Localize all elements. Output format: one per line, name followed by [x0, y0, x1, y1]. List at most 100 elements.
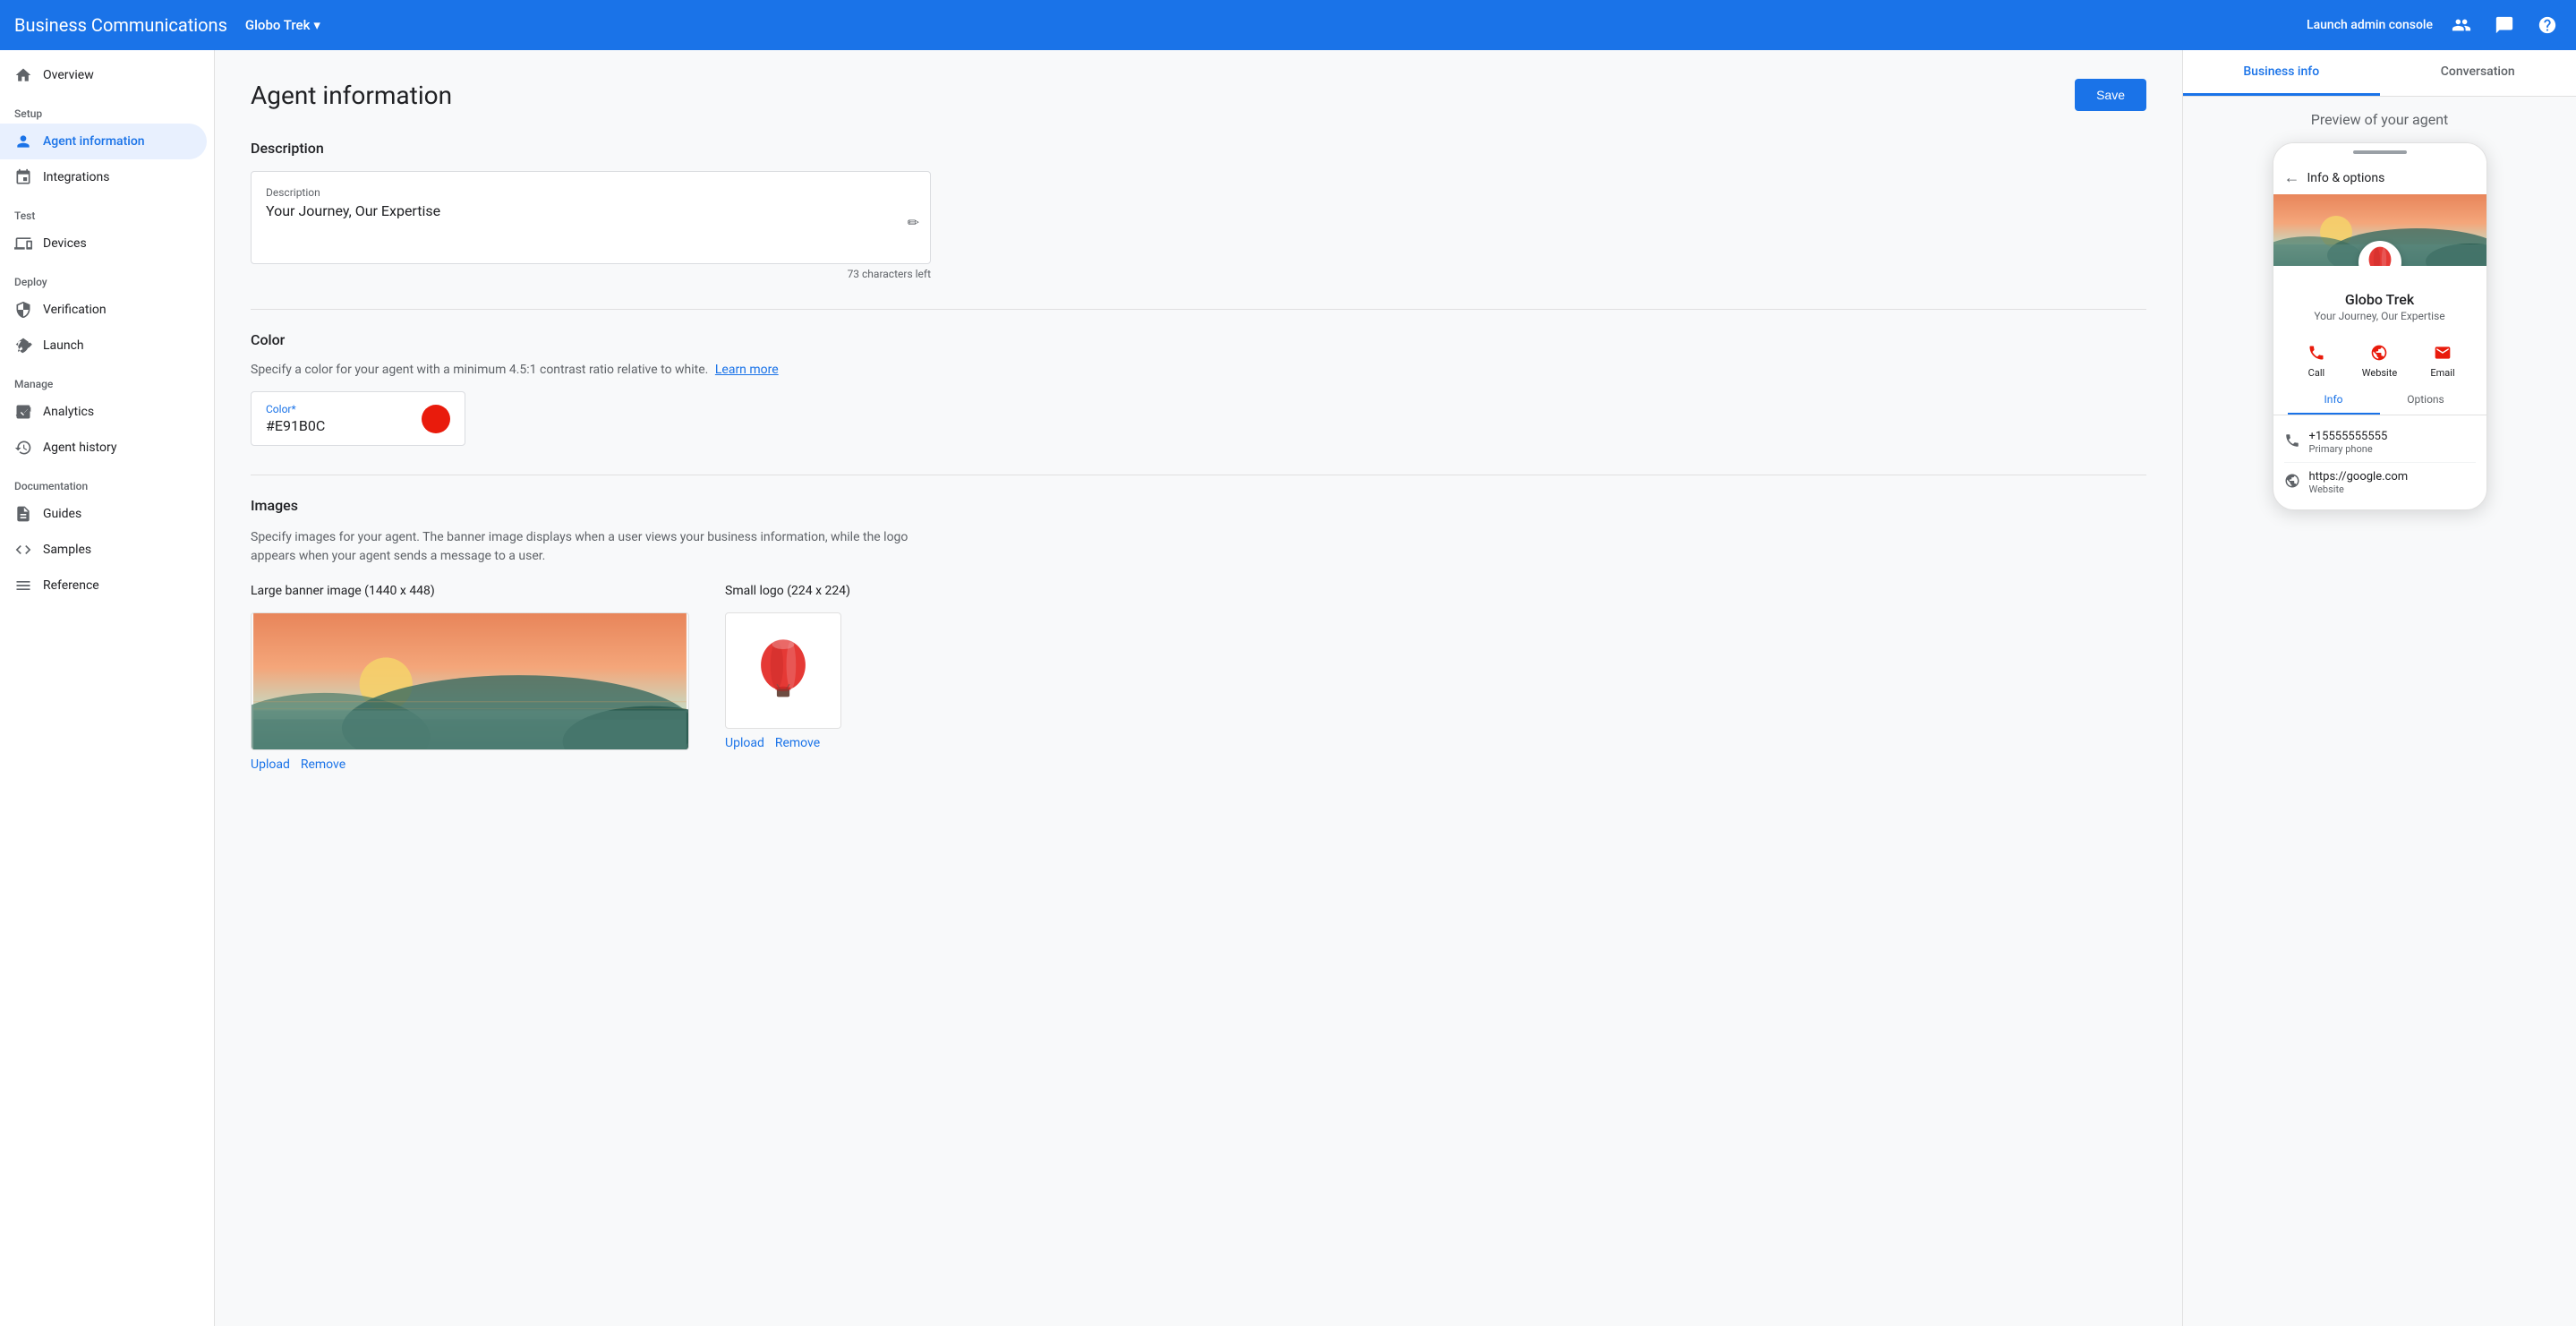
help-icon[interactable]: [2533, 11, 2562, 39]
page-header: Agent information Save: [251, 79, 2146, 111]
learn-more-link[interactable]: Learn more: [715, 363, 779, 377]
phone-number-label: Primary phone: [2309, 443, 2388, 455]
people-icon[interactable]: [2447, 11, 2476, 39]
phone-action-website: Website: [2362, 340, 2397, 379]
samples-icon: [14, 541, 32, 559]
sidebar-label-reference: Reference: [43, 578, 99, 593]
launch-console-link[interactable]: Launch admin console: [2307, 18, 2433, 32]
sidebar-label-samples: Samples: [43, 543, 91, 557]
dropdown-icon: ▾: [313, 17, 320, 33]
banner-remove-link[interactable]: Remove: [301, 757, 345, 772]
logo-actions: Upload Remove: [725, 736, 850, 750]
images-help-text: Specify images for your agent. The banne…: [251, 528, 931, 566]
sidebar-section-test: Test: [0, 195, 214, 226]
description-section: Description Description Your Journey, Ou…: [251, 140, 2146, 280]
person-icon: [14, 133, 32, 150]
description-input[interactable]: Your Journey, Our Expertise: [266, 202, 916, 245]
color-value: #E91B0C: [266, 417, 325, 434]
color-swatch[interactable]: [422, 405, 450, 433]
website-icon: [2367, 340, 2392, 365]
email-icon: [2430, 340, 2455, 365]
phone-agent-name: Globo Trek: [2284, 291, 2476, 308]
color-section: Color Specify a color for your agent wit…: [251, 331, 2146, 446]
sidebar-item-analytics[interactable]: Analytics: [0, 394, 207, 430]
sidebar-label-overview: Overview: [43, 68, 94, 82]
back-arrow-icon: ←: [2284, 168, 2300, 187]
char-count: 73 characters left: [251, 268, 931, 280]
home-icon: [14, 66, 32, 84]
devices-icon: [14, 235, 32, 252]
phone-info-row-website: https://google.com Website: [2284, 463, 2476, 502]
sidebar-item-agent-history[interactable]: Agent history: [0, 430, 207, 466]
phone-notch: [2273, 143, 2486, 161]
images-grid: Large banner image (1440 x 448): [251, 584, 2146, 772]
phone-agent-desc: Your Journey, Our Expertise: [2284, 310, 2476, 322]
shield-icon: [14, 301, 32, 319]
phone-tab-options[interactable]: Options: [2380, 386, 2472, 415]
phone-mockup: ← Info & options: [2273, 142, 2487, 510]
phone-row-website-icon: [2284, 473, 2300, 492]
phone-action-call: Call: [2304, 340, 2329, 379]
edit-icon: ✏: [908, 214, 919, 231]
phone-header: ← Info & options: [2273, 161, 2486, 194]
guides-icon: [14, 505, 32, 523]
top-nav: Business Communications Globo Trek ▾ Lau…: [0, 0, 2576, 50]
sidebar-label-agent-history: Agent history: [43, 441, 116, 455]
phone-info-row-phone: +15555555555 Primary phone: [2284, 423, 2476, 463]
color-field-wrap: Color* #E91B0C: [251, 391, 465, 446]
sidebar-item-reference[interactable]: Reference: [0, 568, 207, 603]
panel-tabs: Business info Conversation: [2183, 50, 2576, 97]
phone-notch-bar: [2353, 150, 2407, 154]
phone-tab-info[interactable]: Info: [2288, 386, 2380, 415]
sidebar-label-guides: Guides: [43, 507, 81, 521]
sidebar-section-manage: Manage: [0, 364, 214, 394]
logo-upload-link[interactable]: Upload: [725, 736, 764, 750]
sidebar-item-integrations[interactable]: Integrations: [0, 159, 207, 195]
website-label: Website: [2362, 367, 2397, 379]
logo-remove-link[interactable]: Remove: [775, 736, 820, 750]
sidebar-label-integrations: Integrations: [43, 170, 109, 184]
color-input-group: Color* #E91B0C: [266, 403, 325, 434]
brand-selector[interactable]: Globo Trek ▾: [245, 17, 320, 33]
images-section-title: Images: [251, 497, 2146, 514]
phone-actions: Call Website Email: [2273, 333, 2486, 386]
phone-action-email: Email: [2430, 340, 2455, 379]
phone-banner: [2273, 194, 2486, 266]
banner-upload-link[interactable]: Upload: [251, 757, 290, 772]
tab-conversation[interactable]: Conversation: [2380, 50, 2576, 96]
call-label: Call: [2308, 367, 2325, 379]
phone-agent-info: Globo Trek Your Journey, Our Expertise: [2273, 266, 2486, 333]
description-field: Description Your Journey, Our Expertise …: [251, 171, 931, 264]
sidebar-item-launch[interactable]: Launch: [0, 328, 207, 364]
reference-icon: [14, 577, 32, 595]
phone-info-website-text: https://google.com Website: [2309, 470, 2409, 495]
sidebar-item-agent-information[interactable]: Agent information: [0, 124, 207, 159]
sidebar: Overview Setup Agent information Integra…: [0, 50, 215, 1326]
phone-info-tabs: Info Options: [2273, 386, 2486, 415]
sidebar-label-devices: Devices: [43, 236, 87, 251]
brand-name: Globo Trek: [245, 17, 311, 33]
images-section: Images Specify images for your agent. Th…: [251, 497, 2146, 772]
phone-info-rows: +15555555555 Primary phone https://googl…: [2273, 415, 2486, 509]
sidebar-section-docs: Documentation: [0, 466, 214, 496]
main-content: Agent information Save Description Descr…: [215, 50, 2182, 1326]
sidebar-item-guides[interactable]: Guides: [0, 496, 207, 532]
page-title: Agent information: [251, 81, 452, 110]
chat-icon[interactable]: [2490, 11, 2519, 39]
description-label: Description: [266, 186, 916, 199]
description-section-title: Description: [251, 140, 2146, 157]
sidebar-item-overview[interactable]: Overview: [0, 57, 207, 93]
sidebar-item-verification[interactable]: Verification: [0, 292, 207, 328]
integrations-icon: [14, 168, 32, 186]
sidebar-item-devices[interactable]: Devices: [0, 226, 207, 261]
tab-business-info[interactable]: Business info: [2183, 50, 2380, 96]
app-title: Business Communications: [14, 14, 227, 36]
sidebar-item-samples[interactable]: Samples: [0, 532, 207, 568]
nav-actions: Launch admin console: [2307, 11, 2562, 39]
color-field[interactable]: Color* #E91B0C: [251, 391, 465, 446]
logo-block: Small logo (224 x 224): [725, 584, 850, 750]
sidebar-section-deploy: Deploy: [0, 261, 214, 292]
save-button[interactable]: Save: [2075, 79, 2146, 111]
banner-image: [251, 612, 689, 750]
sidebar-label-verification: Verification: [43, 303, 107, 317]
